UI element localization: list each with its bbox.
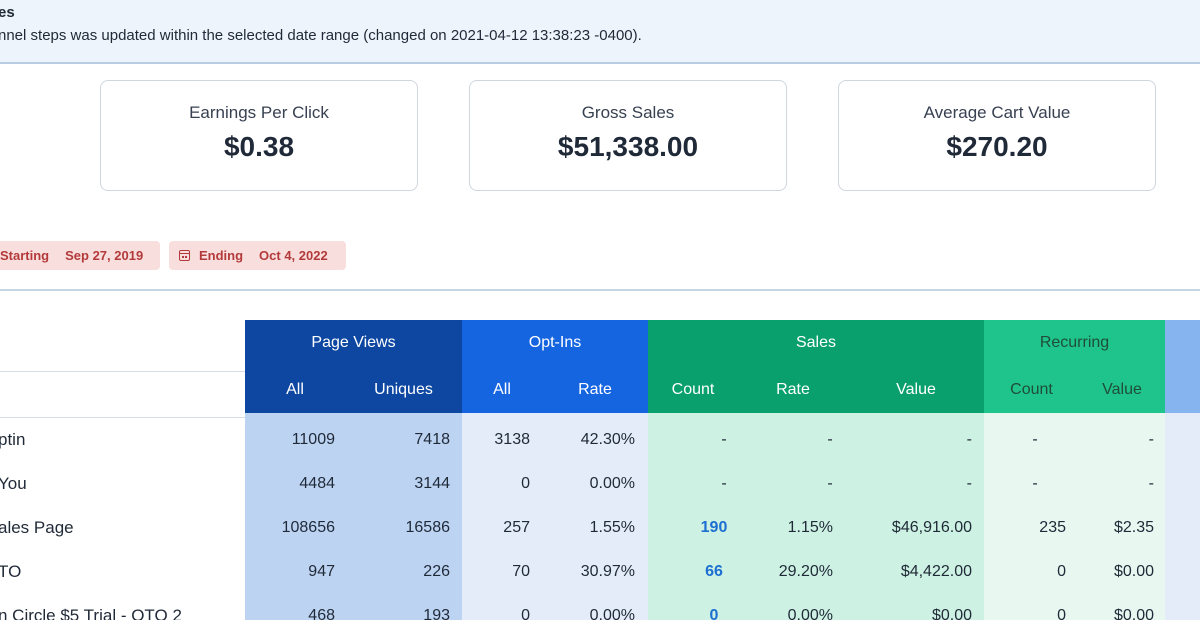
cell-sales-rate: 29.20% [778, 563, 833, 580]
cell-oi-rate: 0.00% [589, 475, 635, 492]
update-notice-banner: es nnel steps was updated within the sel… [0, 0, 1200, 64]
section-divider [0, 289, 1200, 291]
subheader-recurring-count[interactable]: Count [984, 366, 1079, 413]
cell-sales-rate: 1.15% [787, 519, 833, 536]
cell-recurring-count: 0 [1057, 607, 1066, 620]
stat-value: $0.38 [223, 131, 295, 162]
cell-pv-all: 468 [308, 607, 335, 620]
subheader-extra [1165, 366, 1200, 413]
cell-recurring-count: 235 [1039, 519, 1066, 536]
cell-recurring-count: - [1032, 475, 1038, 492]
cell-recurring-count: - [1032, 431, 1038, 448]
header-recurring: Recurring [984, 320, 1165, 366]
cell-pv-uniques: 226 [423, 563, 450, 580]
header-extra [1165, 320, 1200, 366]
row-name[interactable]: ales Page [0, 506, 74, 550]
calendar-icon [179, 250, 190, 261]
notice-title: es [0, 4, 15, 21]
cell-oi-rate: 0.00% [589, 607, 635, 620]
row-name[interactable]: ptin [0, 418, 25, 462]
cell-sales-value: $46,916.00 [891, 519, 972, 536]
cell-pv-uniques: 193 [423, 607, 450, 620]
row-separator [0, 371, 245, 372]
cell-pv-all: 108656 [281, 519, 335, 536]
cell-oi-all: 0 [521, 607, 530, 620]
start-date-value: Sep 27, 2019 [65, 248, 144, 263]
cell-oi-all: 257 [503, 519, 530, 536]
cell-sales-value: $4,422.00 [900, 563, 972, 580]
subheader-pv-all[interactable]: All [245, 366, 345, 413]
header-opt-ins: Opt-Ins [462, 320, 648, 366]
cell-oi-rate: 1.55% [589, 519, 635, 536]
cell-pv-uniques: 7418 [414, 431, 450, 448]
cell-oi-rate: 42.30% [580, 431, 635, 448]
row-name[interactable]: You [0, 462, 27, 506]
stat-card-average-cart-value: Average Cart Value $270.20 [838, 80, 1156, 191]
notice-text: nnel steps was updated within the select… [0, 27, 642, 44]
header-page-views: Page Views [245, 320, 462, 366]
row-separator [0, 417, 245, 418]
subheader-pv-uniques[interactable]: Uniques [345, 366, 462, 413]
start-date-label: Starting [0, 248, 50, 263]
subheader-sales-count[interactable]: Count [648, 366, 738, 413]
end-date-chip[interactable]: Ending Oct 4, 2022 [169, 241, 346, 270]
subheader-oi-rate[interactable]: Rate [542, 366, 648, 413]
cell-pv-uniques: 16586 [405, 519, 451, 536]
cell-pv-all: 4484 [299, 475, 335, 492]
cell-pv-all: 947 [308, 563, 335, 580]
subheader-sales-value[interactable]: Value [848, 366, 984, 413]
cell-oi-rate: 30.97% [580, 563, 635, 580]
end-date-value: Oct 4, 2022 [259, 248, 328, 263]
subheader-recurring-value[interactable]: Value [1079, 366, 1165, 413]
subheader-oi-all[interactable]: All [462, 366, 542, 413]
stat-card-earnings-per-click: Earnings Per Click $0.38 [100, 80, 418, 191]
header-sales: Sales [648, 320, 984, 366]
cell-pv-all: 11009 [291, 431, 335, 448]
cell-sales-value: - [966, 431, 972, 448]
cell-sales-value: - [966, 475, 972, 492]
row-name[interactable]: n Circle $5 Trial - OTO 2 [0, 594, 182, 620]
start-date-chip[interactable]: Starting Sep 27, 2019 [0, 241, 160, 270]
stat-label: Gross Sales [581, 103, 675, 122]
cell-recurring-value: $0.00 [1113, 563, 1154, 580]
cell-recurring-count: 0 [1057, 563, 1066, 580]
cell-sales-rate: 0.00% [787, 607, 833, 620]
subheader-sales-rate[interactable]: Rate [738, 366, 848, 413]
stat-value: $270.20 [946, 131, 1048, 162]
row-name[interactable]: TO [0, 550, 21, 594]
end-date-label: Ending [199, 248, 244, 263]
cell-oi-all: 70 [512, 563, 530, 580]
cell-recurring-value: $0.00 [1113, 607, 1154, 620]
stat-value: $51,338.00 [557, 131, 699, 162]
cell-oi-all: 0 [521, 475, 530, 492]
cell-recurring-value: - [1148, 475, 1154, 492]
cell-recurring-value: - [1148, 431, 1154, 448]
cell-recurring-value: $2.35 [1113, 519, 1154, 536]
stat-label: Earnings Per Click [189, 103, 329, 122]
cell-pv-uniques: 3144 [414, 475, 450, 492]
extra-column-bg [1165, 413, 1200, 620]
stat-card-gross-sales: Gross Sales $51,338.00 [469, 80, 787, 191]
stat-label: Average Cart Value [923, 103, 1071, 122]
cell-oi-all: 3138 [494, 431, 530, 448]
cell-sales-value: $0.00 [931, 607, 972, 620]
